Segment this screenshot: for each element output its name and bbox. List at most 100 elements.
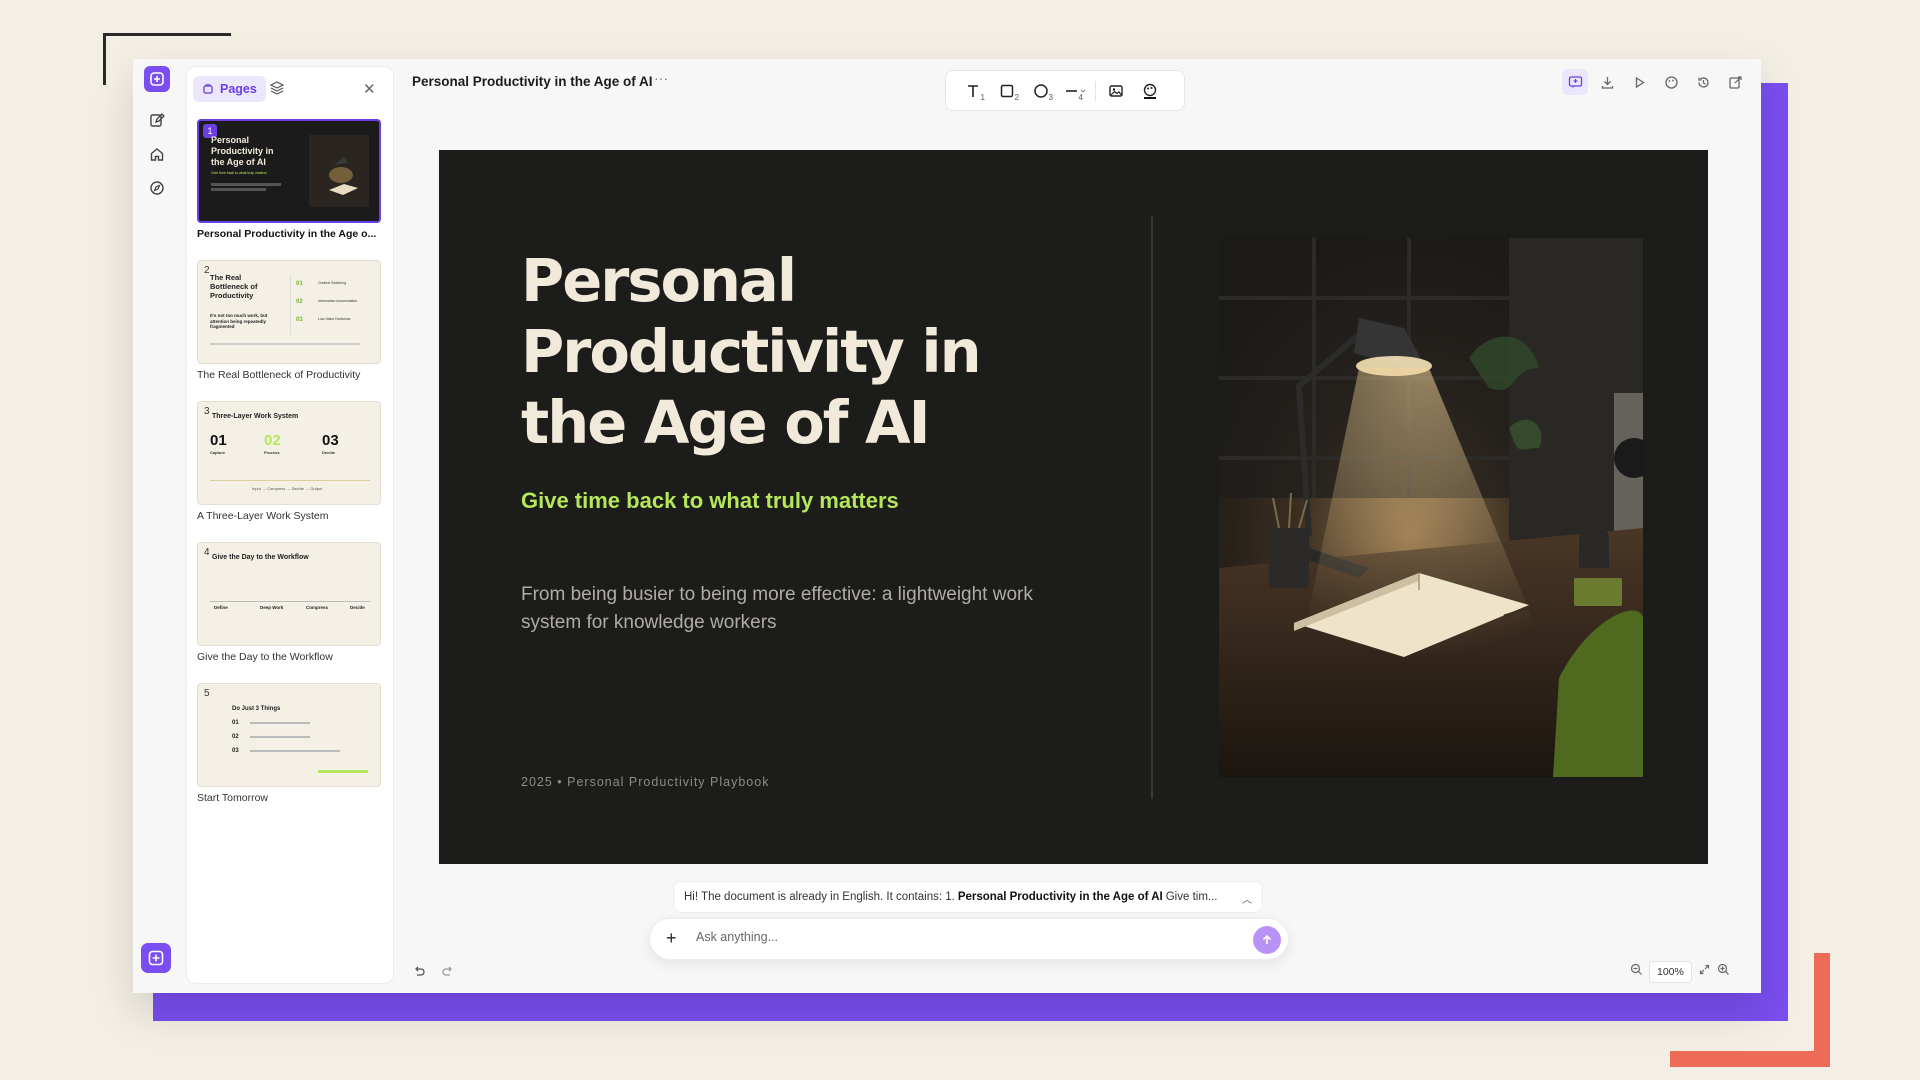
- thumb-item: 01: [296, 281, 303, 287]
- close-panel-icon[interactable]: ✕: [363, 80, 376, 98]
- line-tool-button[interactable]: 4: [1058, 76, 1092, 106]
- thumb-col-num: 02: [264, 432, 281, 449]
- home-icon[interactable]: [144, 141, 170, 167]
- edit-icon[interactable]: [144, 107, 170, 133]
- slide-title[interactable]: Personal Productivity in the Age of AI: [521, 245, 1001, 458]
- thumb-title: Personal Productivity in the Age of AI: [211, 135, 274, 167]
- slide-description[interactable]: From being busier to being more effectiv…: [521, 581, 1051, 637]
- thumb-photo: [309, 135, 369, 207]
- thumb-step: Decide: [350, 605, 365, 610]
- desk-lamp-photo[interactable]: [1219, 238, 1654, 777]
- tab-pages[interactable]: Pages: [193, 76, 266, 102]
- pages-icon: [203, 84, 213, 94]
- thumb-col-head: Decide: [322, 450, 336, 455]
- theme-button[interactable]: [1658, 69, 1684, 95]
- compass-icon[interactable]: [144, 175, 170, 201]
- more-options-icon[interactable]: ···: [654, 70, 668, 86]
- thumb-col-num: 03: [322, 432, 339, 449]
- thumb-item-head: Context Switching: [318, 281, 347, 285]
- thumb-item: 03: [296, 317, 303, 323]
- page-thumbnail-3[interactable]: 3 Three-Layer Work System 01 Capture 02 …: [197, 401, 381, 505]
- ai-chat-button[interactable]: [1562, 69, 1588, 95]
- ellipse-tool-button[interactable]: 3: [1024, 76, 1058, 106]
- zoom-out-icon[interactable]: [1630, 963, 1643, 981]
- ask-input[interactable]: [696, 930, 1236, 944]
- history-button[interactable]: [1690, 69, 1716, 95]
- assistant-message-preview[interactable]: Hi! The document is already in English. …: [673, 881, 1263, 913]
- app-window: Pages ✕ 1 Personal Productivity in the A…: [133, 59, 1761, 993]
- thumb-item: 01: [232, 720, 239, 726]
- app-logo-icon[interactable]: [144, 66, 170, 92]
- undo-icon[interactable]: [412, 964, 426, 983]
- zoom-level[interactable]: 100%: [1649, 961, 1692, 983]
- attach-plus-icon[interactable]: +: [666, 928, 677, 949]
- download-button[interactable]: [1594, 69, 1620, 95]
- palette-icon: [1143, 83, 1157, 99]
- thumb-item: 03: [232, 748, 239, 754]
- page-thumbnail-4[interactable]: 4 Give the Day to the Workflow Define De…: [197, 542, 381, 646]
- thumb-line: [211, 188, 266, 191]
- thumb-highlight: [318, 770, 368, 773]
- page-number: 3: [204, 406, 210, 417]
- history-icon: [1697, 76, 1709, 88]
- download-icon: [1601, 76, 1613, 89]
- preview-bold: Personal Productivity in the Age of AI: [957, 891, 1163, 903]
- page-thumbnail-2[interactable]: 2 The Real Bottleneck of Productivity It…: [197, 260, 381, 364]
- pages-panel-header: Pages ✕: [187, 67, 395, 113]
- page-label-1[interactable]: Personal Productivity in the Age o...: [197, 228, 385, 240]
- fit-screen-icon[interactable]: [1698, 963, 1711, 981]
- page-thumbnail-1[interactable]: 1 Personal Productivity in the Age of AI…: [197, 119, 381, 223]
- thumb-item-head: Information Accumulation: [318, 299, 358, 303]
- chevron-up-icon[interactable]: ︿: [1242, 891, 1252, 906]
- shortcut-hint: 2: [1014, 92, 1019, 102]
- chat-input-bar: +: [649, 918, 1289, 960]
- thumb-line: [250, 750, 340, 752]
- image-icon: [1109, 84, 1123, 97]
- thumb-item-head: Low-Value Decisions: [318, 317, 351, 321]
- slide-canvas[interactable]: Personal Productivity in the Age of AI G…: [439, 150, 1708, 864]
- new-document-icon[interactable]: [141, 943, 171, 973]
- thumb-title: Do Just 3 Things: [232, 706, 281, 712]
- slide-subtitle[interactable]: Give time back to what truly matters: [521, 488, 899, 514]
- page-number: 4: [204, 547, 210, 558]
- text-tool-button[interactable]: 1: [956, 76, 990, 106]
- rectangle-tool-button[interactable]: 2: [990, 76, 1024, 106]
- thumb-title: Three-Layer Work System: [212, 413, 299, 420]
- text-icon: [968, 84, 978, 97]
- thumb-col-head: Process: [264, 450, 280, 455]
- slide-footer[interactable]: 2025 • Personal Productivity Playbook: [521, 775, 769, 789]
- page-label-4[interactable]: Give the Day to the Workflow: [197, 651, 385, 663]
- thumb-line: [211, 183, 281, 186]
- tab-pages-label: Pages: [220, 82, 257, 96]
- thumb-timeline: [210, 601, 370, 602]
- document-title[interactable]: Personal Productivity in the Age of AI: [412, 74, 653, 89]
- thumb-title: The Real Bottleneck of Productivity: [210, 273, 258, 300]
- thumb-step: Deep Work: [260, 605, 284, 610]
- thumb-step: Define: [214, 605, 228, 610]
- zoom-controls: 100%: [1630, 961, 1730, 983]
- pages-panel: Pages ✕ 1 Personal Productivity in the A…: [186, 66, 394, 984]
- page-label-3[interactable]: A Three-Layer Work System: [197, 510, 385, 522]
- redo-icon[interactable]: [441, 964, 455, 983]
- theme-tool-button[interactable]: [1133, 76, 1167, 106]
- thumb-line: [210, 480, 370, 481]
- header-actions: [1562, 69, 1748, 95]
- layers-icon[interactable]: [269, 80, 285, 101]
- palette-icon: [1664, 75, 1678, 89]
- image-tool-button[interactable]: [1099, 76, 1133, 106]
- send-button[interactable]: [1253, 926, 1281, 954]
- page-label-2[interactable]: The Real Bottleneck of Productivity: [197, 369, 385, 381]
- insert-toolbar: 1 2 3 4: [945, 70, 1185, 111]
- thumb-item: 02: [232, 734, 239, 740]
- page-label-5[interactable]: Start Tomorrow: [197, 792, 385, 804]
- zoom-in-icon[interactable]: [1717, 963, 1730, 981]
- page-thumbnail-5[interactable]: 5 Do Just 3 Things 01 02 03: [197, 683, 381, 787]
- thumb-line: [250, 736, 310, 738]
- rectangle-icon: [1000, 84, 1014, 97]
- preview-suffix: Give tim...: [1165, 891, 1218, 903]
- toolbar-divider: [1095, 80, 1096, 101]
- present-button[interactable]: [1626, 69, 1652, 95]
- page-number: 2: [204, 265, 210, 276]
- shortcut-hint: 4: [1078, 92, 1083, 102]
- share-button[interactable]: [1722, 69, 1748, 95]
